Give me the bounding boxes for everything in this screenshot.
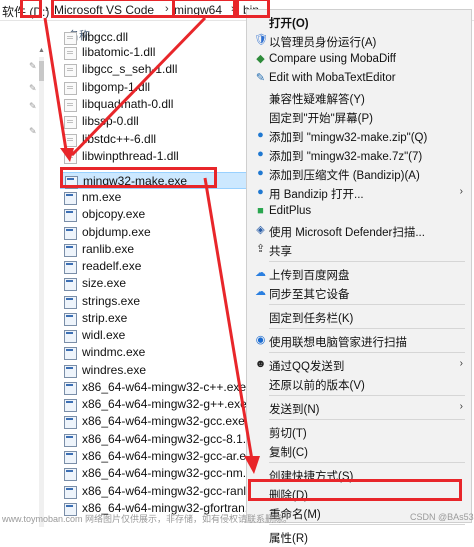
- watermark-right: CSDN @BAs533: [410, 512, 474, 522]
- arrow-line: [43, 17, 68, 151]
- watermark-left: www.toymoban.com 网络图片仅供展示，非存储，如有侵权请联系删除。: [2, 514, 293, 524]
- arrow-head: [60, 148, 74, 162]
- arrow-line: [203, 177, 254, 461]
- menu-item-r[interactable]: 属性(R): [247, 527, 471, 547]
- menu-item-label: 属性(R): [269, 533, 308, 545]
- arrow-head: [244, 456, 260, 474]
- annotation-arrows: [43, 16, 260, 474]
- arrow-line: [70, 16, 207, 157]
